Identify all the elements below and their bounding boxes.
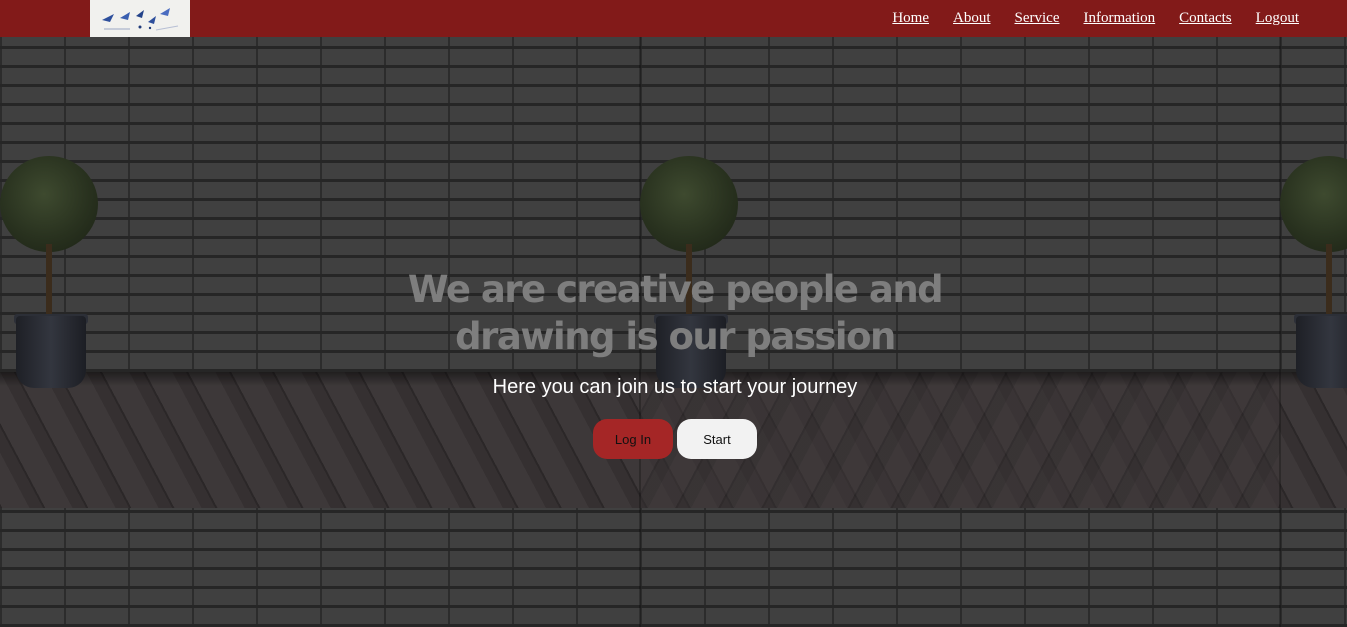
plant-crown <box>1280 156 1347 252</box>
potted-plant-decoration <box>0 156 100 396</box>
logo-icon <box>90 0 190 37</box>
main-nav: Home About Service Information Contacts … <box>868 0 1299 37</box>
hero-subtitle: Here you can join us to start your journ… <box>492 376 858 398</box>
hero-title: We are creative people and drawing is ou… <box>407 268 944 358</box>
nav-link-information[interactable]: Information <box>1084 10 1156 27</box>
potted-plant-decoration <box>1280 156 1347 396</box>
top-navbar: Home About Service Information Contacts … <box>0 0 1347 37</box>
plant-pot <box>16 316 86 388</box>
plant-crown <box>640 156 738 252</box>
nav-link-service[interactable]: Service <box>1015 10 1060 27</box>
plant-pot <box>1296 316 1347 388</box>
nav-link-contacts[interactable]: Contacts <box>1179 10 1232 27</box>
nav-link-home[interactable]: Home <box>892 10 929 27</box>
plant-crown <box>0 156 98 252</box>
brick-wall-background-lower <box>0 508 1347 627</box>
nav-link-about[interactable]: About <box>953 10 991 27</box>
brand-logo[interactable] <box>90 0 190 37</box>
start-button[interactable]: Start <box>677 419 757 459</box>
nav-link-logout[interactable]: Logout <box>1256 10 1299 27</box>
login-button[interactable]: Log In <box>593 419 673 459</box>
